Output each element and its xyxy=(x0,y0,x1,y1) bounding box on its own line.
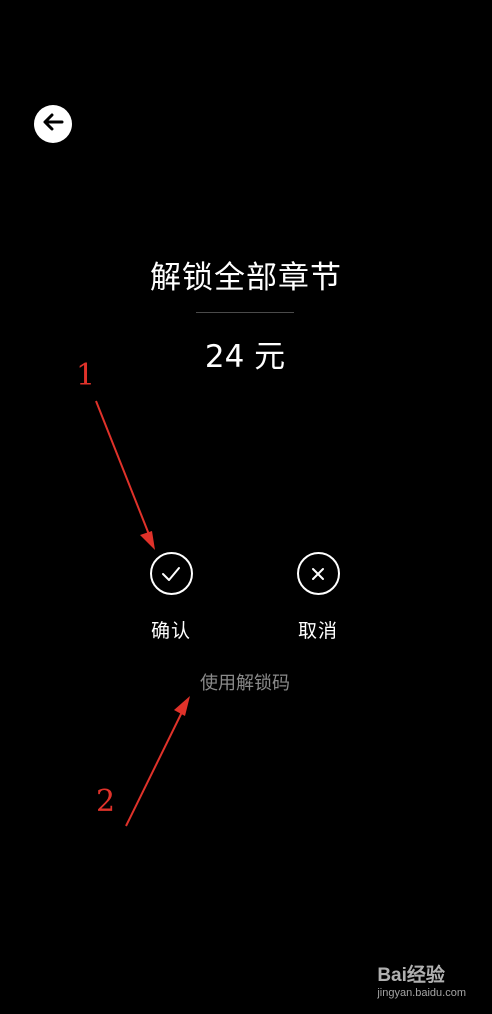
annotation-arrowhead-1 xyxy=(140,531,155,550)
annotation-arrowhead-2 xyxy=(174,696,190,716)
annotation-arrows xyxy=(95,400,190,827)
cancel-button[interactable]: 取消 xyxy=(268,552,368,643)
baidu-jingyan-watermark: Bai经验 jingyan.baidu.com xyxy=(377,960,466,999)
check-icon xyxy=(149,552,193,595)
confirm-button[interactable]: 确认 xyxy=(121,552,221,643)
annotation-marker-1: 1 xyxy=(76,358,96,393)
page-title: 解锁全部章节 xyxy=(150,260,342,296)
annotation-arrow-1 xyxy=(95,400,151,538)
use-unlock-code-link[interactable]: 使用解锁码 xyxy=(0,669,490,695)
annotation-marker-2: 2 xyxy=(96,784,116,819)
close-icon xyxy=(296,552,340,595)
confirm-label: 确认 xyxy=(150,620,191,642)
annotation-arrow-2 xyxy=(125,707,185,827)
watermark-logo: Bai经验 xyxy=(377,965,445,986)
price-label: 24 元 xyxy=(204,339,286,375)
title-divider xyxy=(196,312,294,313)
arrow-left-icon xyxy=(41,112,65,136)
back-button[interactable] xyxy=(34,105,72,143)
watermark-url: jingyan.baidu.com xyxy=(377,987,466,999)
cancel-label: 取消 xyxy=(297,620,338,642)
